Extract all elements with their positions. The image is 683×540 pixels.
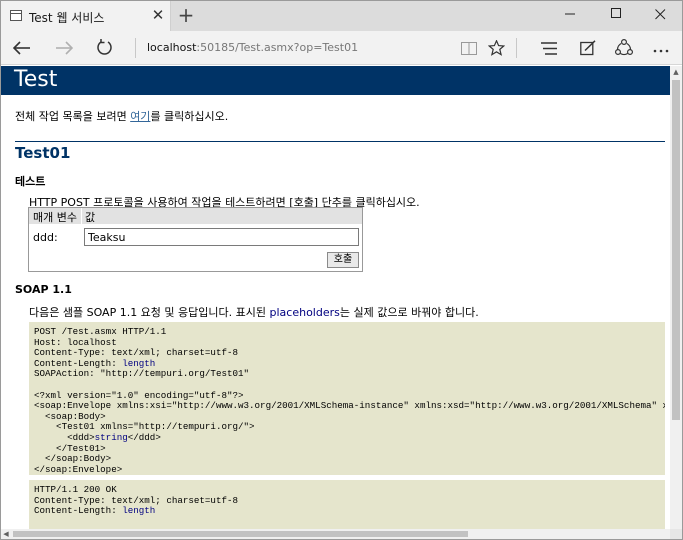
- toolbar-separator: [135, 38, 136, 58]
- soap-description-after: 는 실제 값으로 바꿔야 합니다.: [339, 306, 479, 319]
- code-line: </Test01>: [34, 442, 106, 454]
- refresh-button[interactable]: [91, 31, 117, 65]
- column-header-parameter: 매개 변수: [33, 211, 77, 224]
- url-path: :50185/Test.asmx?op=Test01: [196, 41, 359, 54]
- horizontal-scrollbar[interactable]: ◀: [1, 529, 670, 539]
- test-heading: 테스트: [15, 175, 46, 188]
- test-form: 매개 변수 값 ddd: 호출: [28, 207, 363, 272]
- back-arrow-icon: [12, 41, 30, 55]
- maximize-icon: [610, 8, 621, 18]
- scroll-left-arrow-icon[interactable]: ◀: [1, 529, 11, 539]
- param-label-ddd: ddd:: [33, 231, 58, 244]
- star-icon: [487, 39, 505, 56]
- vertical-scrollbar[interactable]: ▲: [670, 66, 682, 529]
- placeholder-value: string: [94, 431, 128, 443]
- back-button[interactable]: [9, 31, 35, 65]
- ellipsis-icon: [653, 49, 669, 53]
- tab-close-icon[interactable]: ✕: [151, 7, 165, 23]
- code-line: <Test01 xmlns="http://tempuri.org/">: [34, 421, 255, 433]
- reading-view-icon: [461, 42, 477, 55]
- code-line: </soap:Envelope>: [34, 463, 123, 475]
- web-note-button[interactable]: [577, 31, 599, 65]
- intro-text: 전체 작업 목록을 보려면 여기를 클릭하십시오.: [15, 108, 228, 124]
- hub-icon: [541, 42, 557, 55]
- close-icon: [654, 9, 665, 20]
- placeholders-term: placeholders: [269, 306, 340, 319]
- toolbar-separator: [516, 38, 517, 58]
- forward-button[interactable]: [51, 31, 77, 65]
- browser-window: Test 웹 서비스 ✕ + localhost:50185/Test.asmx…: [0, 0, 683, 540]
- more-menu-button[interactable]: [649, 31, 673, 65]
- scroll-up-arrow-icon[interactable]: ▲: [670, 66, 682, 78]
- intro-text-before: 전체 작업 목록을 보려면: [15, 110, 131, 123]
- page-icon: [10, 10, 22, 21]
- share-button[interactable]: [613, 31, 635, 65]
- operation-title: Test01: [15, 144, 71, 162]
- code-line: <soap:Envelope xmlns:xsi="http://www.w3.…: [34, 400, 665, 412]
- forward-arrow-icon: [56, 41, 74, 55]
- invoke-button[interactable]: 호출: [327, 252, 359, 268]
- code-line: <ddd>: [34, 431, 95, 443]
- scrollbar-corner: [670, 529, 682, 539]
- code-line: Content-Length:: [34, 357, 123, 369]
- page-viewport: Test 전체 작업 목록을 보려면 여기를 클릭하십시오. Test01 테스…: [1, 66, 670, 529]
- minimize-icon: [564, 13, 575, 15]
- code-line: Content-Type: text/xml; charset=utf-8: [34, 347, 238, 359]
- window-close-button[interactable]: [637, 1, 682, 31]
- code-line: Host: localhost: [34, 336, 117, 348]
- page-title: Test: [14, 67, 58, 92]
- maximize-button[interactable]: [593, 1, 639, 31]
- horizontal-scroll-thumb[interactable]: [13, 531, 468, 537]
- column-divider: [81, 208, 82, 224]
- code-line: HTTP/1.1 200 OK: [34, 484, 117, 495]
- browser-toolbar: localhost:50185/Test.asmx?op=Test01: [1, 31, 682, 65]
- soap-request-sample: POST /Test.asmx HTTP/1.1 Host: localhost…: [29, 322, 665, 475]
- column-header-value: 값: [85, 211, 96, 224]
- code-line: Content-Type: text/xml; charset=utf-8: [34, 494, 238, 506]
- reading-view-button[interactable]: [459, 31, 479, 65]
- refresh-icon: [96, 39, 112, 55]
- soap-heading: SOAP 1.1: [15, 283, 72, 296]
- tab-strip: Test 웹 서비스 ✕ +: [1, 1, 682, 31]
- form-header: 매개 변수 값: [29, 208, 362, 224]
- pen-icon: [580, 40, 596, 56]
- code-line: </soap:Body>: [34, 453, 112, 465]
- new-tab-button[interactable]: +: [175, 5, 197, 27]
- code-line: POST /Test.asmx HTTP/1.1: [34, 326, 167, 337]
- soap-response-sample: HTTP/1.1 200 OK Content-Type: text/xml; …: [29, 480, 665, 529]
- address-bar[interactable]: localhost:50185/Test.asmx?op=Test01: [147, 41, 358, 54]
- favorite-button[interactable]: [486, 31, 506, 65]
- placeholder-value: length: [122, 357, 156, 369]
- soap-description-before: 다음은 샘플 SOAP 1.1 요청 및 응답입니다. 표시된: [29, 306, 270, 319]
- page-banner: Test: [1, 66, 670, 95]
- soap-description: 다음은 샘플 SOAP 1.1 요청 및 응답입니다. 표시된 placehol…: [29, 304, 479, 320]
- code-line: </ddd>: [127, 431, 161, 443]
- code-line: Content-Length:: [34, 505, 123, 517]
- intro-text-after: 를 클릭하십시오.: [150, 110, 229, 123]
- url-host: localhost: [147, 41, 197, 54]
- hub-button[interactable]: [538, 31, 560, 65]
- vertical-scroll-thumb[interactable]: [672, 80, 680, 420]
- share-icon: [614, 38, 634, 56]
- placeholder-value: length: [122, 505, 156, 517]
- tab-title: Test 웹 서비스: [29, 11, 105, 25]
- minimize-button[interactable]: [547, 1, 593, 31]
- code-line: SOAPAction: "http://tempuri.org/Test01": [34, 368, 250, 380]
- code-line: <?xml version="1.0" encoding="utf-8"?>: [34, 389, 244, 401]
- operations-list-link[interactable]: 여기: [130, 110, 150, 123]
- divider: [15, 141, 665, 142]
- tab-test-web-service[interactable]: Test 웹 서비스 ✕: [1, 1, 171, 31]
- ddd-input[interactable]: [84, 228, 359, 246]
- code-line: <soap:Body>: [34, 410, 106, 422]
